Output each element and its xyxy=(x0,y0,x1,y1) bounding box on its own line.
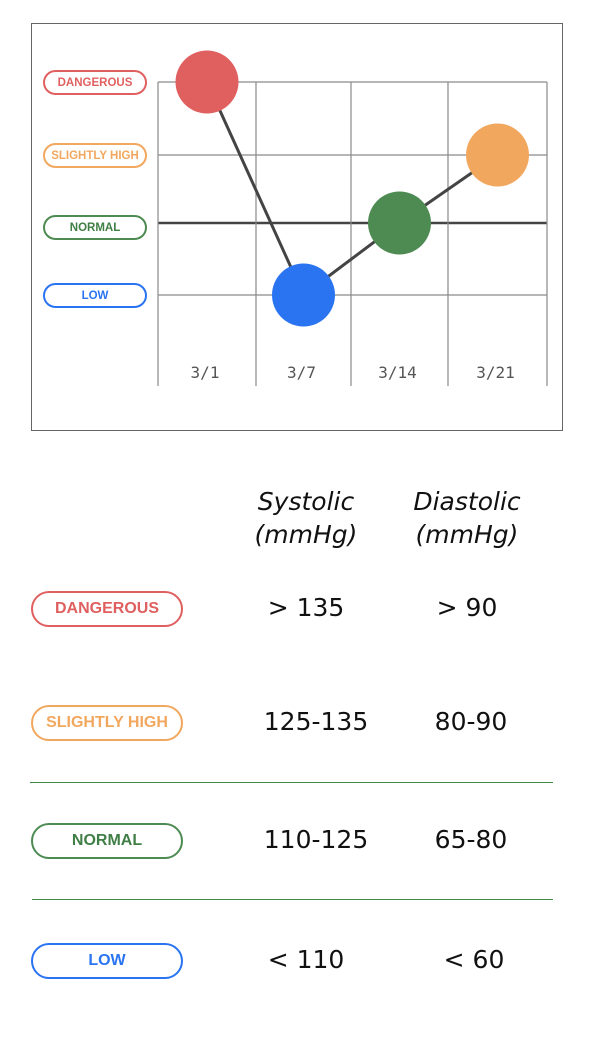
legend-pill-low: LOW xyxy=(31,943,183,979)
data-point-3-14 xyxy=(368,191,431,255)
diastolic-header-unit: (mmHg) xyxy=(415,520,519,549)
systolic-value-dangerous: > 135 xyxy=(267,593,345,622)
y-axis-label-normal: NORMAL xyxy=(43,215,147,240)
diastolic-column-header: Diastolic (mmHg) xyxy=(397,485,537,551)
row-separator xyxy=(32,899,553,900)
systolic-value-normal: 110-125 xyxy=(263,825,369,854)
chart-panel: 3/1 3/7 3/14 3/21 DANGEROUS SLIGHTLY HIGH N… xyxy=(31,23,563,431)
systolic-header-name: Systolic xyxy=(257,487,355,516)
systolic-value-low: < 110 xyxy=(267,945,345,974)
systolic-value-slightly-high: 125-135 xyxy=(263,707,369,736)
systolic-header-unit: (mmHg) xyxy=(254,520,358,549)
diastolic-value-normal: 65-80 xyxy=(434,825,508,854)
legend-pill-slightly-high: SLIGHTLY HIGH xyxy=(31,705,183,741)
legend-pill-dangerous: DANGEROUS xyxy=(31,591,183,627)
series-line xyxy=(205,81,499,297)
diastolic-value-low: < 60 xyxy=(443,945,505,974)
row-separator xyxy=(30,782,553,783)
x-tick-label: 3/1 xyxy=(191,363,220,382)
systolic-column-header: Systolic (mmHg) xyxy=(236,485,376,551)
diastolic-value-dangerous: > 90 xyxy=(436,593,498,622)
y-axis-label-low: LOW xyxy=(43,283,147,308)
legend-pill-normal: NORMAL xyxy=(31,823,183,859)
data-point-3-21 xyxy=(466,123,529,187)
x-tick-label: 3/14 xyxy=(378,363,417,382)
x-tick-label: 3/7 xyxy=(287,363,316,382)
x-tick-label: 3/21 xyxy=(476,363,515,382)
data-point-3-1 xyxy=(175,50,239,114)
diastolic-header-name: Diastolic xyxy=(413,487,521,516)
y-axis-label-dangerous: DANGEROUS xyxy=(43,70,147,95)
diastolic-value-slightly-high: 80-90 xyxy=(434,707,508,736)
data-point-3-7 xyxy=(272,263,335,327)
y-axis-label-slightly-high: SLIGHTLY HIGH xyxy=(43,143,147,168)
